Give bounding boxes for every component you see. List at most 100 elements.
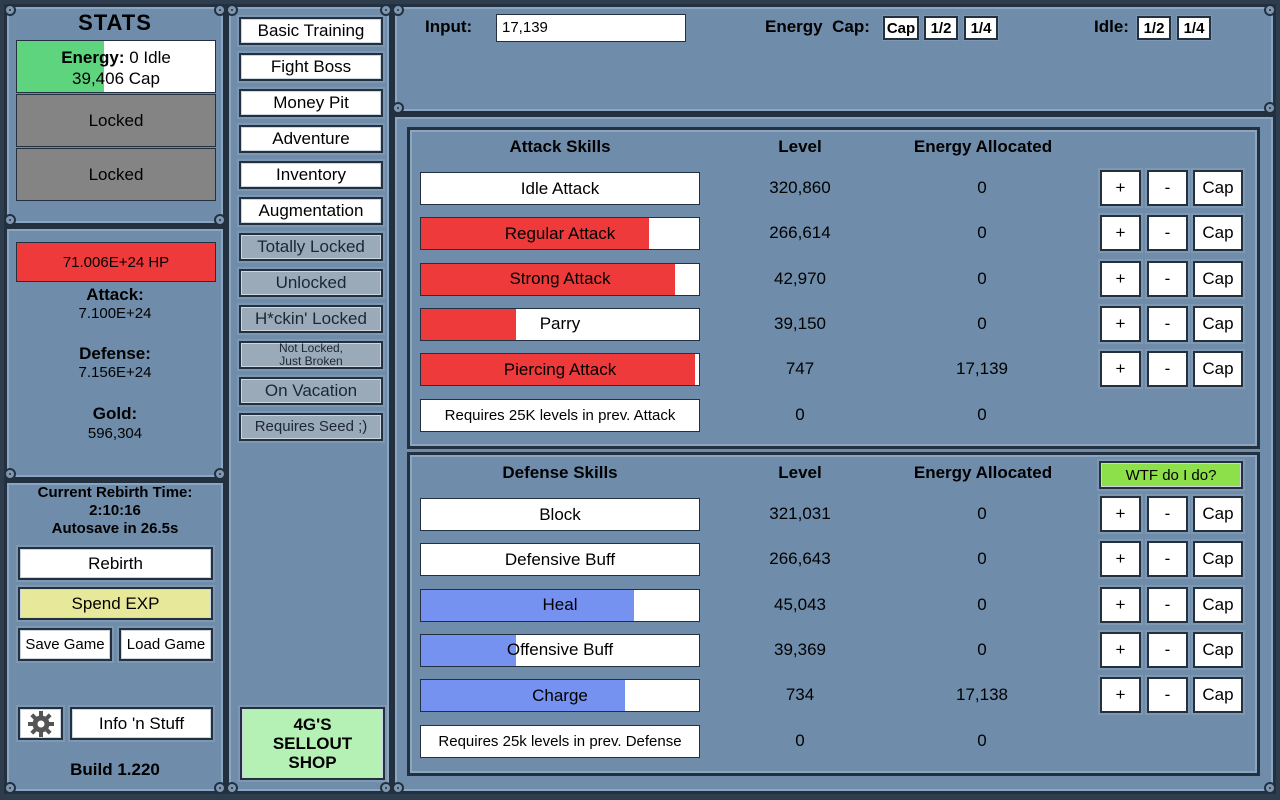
- info-button[interactable]: Info 'n Stuff: [70, 707, 213, 740]
- nav-locked-on-vacation[interactable]: On Vacation: [239, 377, 383, 405]
- idle-half-button[interactable]: 1/2: [1137, 16, 1171, 40]
- rivet-decoration: [214, 782, 226, 794]
- skill-energy: 0: [977, 223, 987, 243]
- gold-label: Gold:: [92, 404, 138, 423]
- cap-button[interactable]: Cap: [1193, 631, 1243, 668]
- cap-button[interactable]: Cap: [1193, 260, 1243, 297]
- defense-level-header: Level: [778, 463, 822, 482]
- energy-quarter-button[interactable]: 1/4: [964, 16, 998, 40]
- minus-button[interactable]: -: [1147, 631, 1188, 668]
- wtf-help-button[interactable]: WTF do I do?: [1099, 461, 1243, 489]
- plus-button[interactable]: +: [1100, 631, 1141, 668]
- nav-locked-totally-locked[interactable]: Totally Locked: [239, 233, 383, 261]
- plus-button[interactable]: +: [1100, 170, 1141, 206]
- minus-button[interactable]: -: [1147, 541, 1188, 578]
- cap-button[interactable]: Cap: [1193, 586, 1243, 623]
- rivet-decoration: [214, 4, 226, 16]
- skill-energy: 17,139: [956, 359, 1008, 379]
- plus-button[interactable]: +: [1100, 215, 1141, 252]
- locked-slot-3: Locked: [16, 148, 216, 201]
- nav-locked-not-locked-just-broken[interactable]: Not Locked, Just Broken: [239, 341, 383, 369]
- nav-locked-requires-seed[interactable]: Requires Seed ;): [239, 413, 383, 441]
- spend-exp-button[interactable]: Spend EXP: [18, 587, 213, 620]
- cap-button[interactable]: Cap: [1193, 215, 1243, 252]
- requirement-energy: 0: [977, 730, 987, 750]
- minus-button[interactable]: -: [1147, 170, 1188, 206]
- nav-inventory[interactable]: Inventory: [239, 161, 383, 189]
- rivet-decoration: [214, 214, 226, 226]
- defense-skill-heal[interactable]: Heal: [420, 588, 700, 622]
- attack-skill-idle-attack[interactable]: Idle Attack: [420, 172, 700, 205]
- attack-skill-parry[interactable]: Parry: [420, 307, 700, 341]
- minus-button[interactable]: -: [1147, 496, 1188, 532]
- skill-name: Parry: [539, 314, 581, 334]
- plus-button[interactable]: +: [1100, 351, 1141, 388]
- idle-label: Idle:: [1094, 17, 1129, 36]
- rivet-decoration: [4, 468, 16, 480]
- plus-button[interactable]: +: [1100, 677, 1141, 714]
- cap-button[interactable]: Cap: [1193, 541, 1243, 578]
- hp-bar: 71.006E+24 HP: [16, 242, 216, 282]
- nav-locked-h-ckin-locked[interactable]: H*ckin' Locked: [239, 305, 383, 333]
- rebirth-time-label: Current Rebirth Time:: [37, 484, 193, 501]
- sellout-shop-button[interactable]: 4G'S SELLOUT SHOP: [240, 707, 385, 780]
- nav-augmentation[interactable]: Augmentation: [239, 197, 383, 225]
- input-field[interactable]: 17,139: [496, 14, 686, 42]
- cap-button[interactable]: Cap: [1193, 677, 1243, 714]
- minus-button[interactable]: -: [1147, 586, 1188, 623]
- attack-skills-header: Attack Skills: [509, 137, 611, 156]
- defense-skill-defensive-buff[interactable]: Defensive Buff: [420, 543, 700, 577]
- minus-button[interactable]: -: [1147, 305, 1188, 342]
- load-game-button[interactable]: Load Game: [119, 628, 213, 661]
- energy-half-button[interactable]: 1/2: [924, 16, 958, 40]
- requirement-level: 0: [795, 730, 805, 750]
- rivet-decoration: [1264, 102, 1276, 114]
- plus-button[interactable]: +: [1100, 496, 1141, 532]
- rebirth-button[interactable]: Rebirth: [18, 547, 213, 580]
- requirement-text: Requires 25k levels in prev. Defense: [438, 732, 682, 750]
- plus-button[interactable]: +: [1100, 305, 1141, 342]
- skill-name: Block: [539, 504, 581, 524]
- plus-button[interactable]: +: [1100, 541, 1141, 578]
- nav-money-pit[interactable]: Money Pit: [239, 89, 383, 117]
- nav-basic-training[interactable]: Basic Training: [239, 17, 383, 45]
- plus-button[interactable]: +: [1100, 260, 1141, 297]
- nav-locked-unlocked[interactable]: Unlocked: [239, 269, 383, 297]
- skill-energy: 0: [977, 549, 987, 569]
- skill-level: 321,031: [769, 504, 831, 523]
- rivet-decoration: [380, 4, 392, 16]
- skill-energy: 17,138: [956, 685, 1008, 705]
- rivet-decoration: [226, 782, 238, 794]
- plus-button[interactable]: +: [1100, 586, 1141, 623]
- stats-title: STATS: [78, 10, 152, 35]
- minus-button[interactable]: -: [1147, 215, 1188, 252]
- defense-skill-block[interactable]: Block: [420, 498, 700, 531]
- autosave-timer: Autosave in 26.5s: [51, 520, 179, 537]
- defense-skill-charge[interactable]: Charge: [420, 679, 700, 713]
- skill-energy: 0: [977, 178, 987, 197]
- idle-quarter-button[interactable]: 1/4: [1177, 16, 1211, 40]
- attack-skill-strong-attack[interactable]: Strong Attack: [420, 262, 700, 296]
- settings-button[interactable]: [18, 707, 63, 740]
- save-game-button[interactable]: Save Game: [18, 628, 112, 661]
- rivet-decoration: [4, 214, 16, 226]
- cap-button[interactable]: Cap: [1193, 496, 1243, 532]
- minus-button[interactable]: -: [1147, 351, 1188, 388]
- requirement-level: 0: [795, 404, 805, 424]
- cap-button[interactable]: Cap: [1193, 305, 1243, 342]
- nav-fight-boss[interactable]: Fight Boss: [239, 53, 383, 81]
- minus-button[interactable]: -: [1147, 260, 1188, 297]
- cap-button[interactable]: Cap: [1193, 351, 1243, 388]
- attack-energy-header: Energy Allocated: [913, 137, 1053, 156]
- rivet-decoration: [4, 782, 16, 794]
- nav-adventure[interactable]: Adventure: [239, 125, 383, 153]
- energy-cap-button[interactable]: Cap: [883, 16, 919, 40]
- attack-skill-regular-attack[interactable]: Regular Attack: [420, 217, 700, 251]
- cap-button[interactable]: Cap: [1193, 170, 1243, 206]
- defense-value: 7.156E+24: [78, 364, 152, 381]
- attack-skill-piercing-attack[interactable]: Piercing Attack: [420, 353, 700, 387]
- rivet-decoration: [380, 782, 392, 794]
- defense-skill-offensive-buff[interactable]: Offensive Buff: [420, 633, 700, 667]
- rivet-decoration: [1264, 782, 1276, 794]
- minus-button[interactable]: -: [1147, 677, 1188, 714]
